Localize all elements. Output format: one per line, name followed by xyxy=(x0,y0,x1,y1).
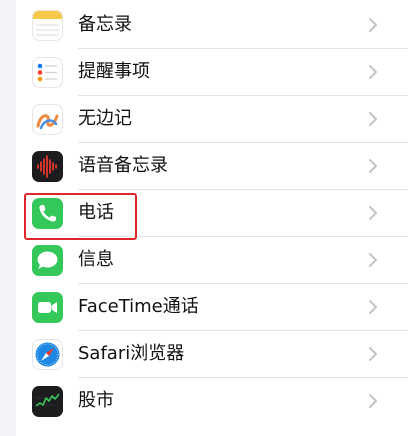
settings-row-freeform[interactable]: 无边记 xyxy=(16,96,408,143)
facetime-icon xyxy=(32,292,63,323)
messages-icon xyxy=(32,245,63,276)
settings-row-label: Safari浏览器 xyxy=(78,343,185,364)
safari-icon xyxy=(32,339,63,370)
chevron-right-icon xyxy=(369,394,377,408)
chevron-right-icon xyxy=(369,206,377,220)
chevron-right-icon xyxy=(369,159,377,173)
settings-row-stocks[interactable]: 股市 xyxy=(16,378,408,425)
chevron-right-icon xyxy=(369,347,377,361)
settings-row-safari[interactable]: Safari浏览器 xyxy=(16,331,408,378)
settings-row-label: 提醒事项 xyxy=(78,61,150,82)
settings-row-label: 语音备忘录 xyxy=(78,155,168,176)
settings-row-label: 信息 xyxy=(78,249,114,270)
phone-row-highlight xyxy=(24,193,137,240)
settings-row-label: 备忘录 xyxy=(78,14,132,35)
settings-row-label: 无边记 xyxy=(78,108,132,129)
settings-row-label: 股市 xyxy=(78,390,114,411)
reminders-icon xyxy=(32,57,63,88)
chevron-right-icon xyxy=(369,253,377,267)
freeform-icon xyxy=(32,104,63,135)
chevron-right-icon xyxy=(369,65,377,79)
voice-memos-icon xyxy=(32,151,63,182)
settings-row-voice-memos[interactable]: 语音备忘录 xyxy=(16,143,408,190)
settings-row-facetime[interactable]: FaceTime通话 xyxy=(16,284,408,331)
settings-row-reminders[interactable]: 提醒事项 xyxy=(16,49,408,96)
stocks-icon xyxy=(32,386,63,417)
chevron-right-icon xyxy=(369,112,377,126)
settings-row-notes[interactable]: 备忘录 xyxy=(16,2,408,49)
chevron-right-icon xyxy=(369,300,377,314)
settings-row-messages[interactable]: 信息 xyxy=(16,237,408,284)
chevron-right-icon xyxy=(369,18,377,32)
settings-row-label: FaceTime通话 xyxy=(78,296,199,317)
notes-icon xyxy=(32,10,63,41)
